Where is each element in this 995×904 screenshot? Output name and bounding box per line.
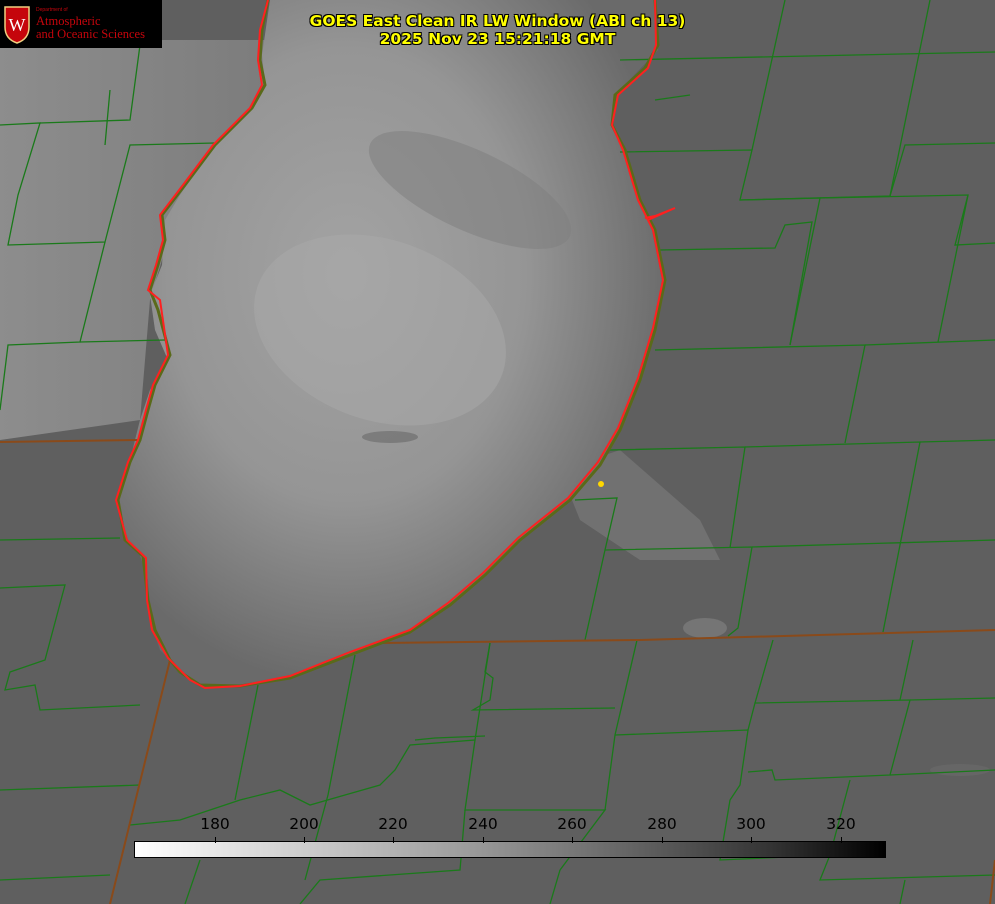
colorbar-tick-label: 180 — [200, 815, 230, 833]
colorbar-tick-label: 280 — [647, 815, 677, 833]
colorbar-tick-mark — [751, 837, 752, 843]
logo-dept-text: Department of — [36, 6, 68, 13]
logo-line1: Atmospheric — [36, 13, 101, 28]
cloud-streak — [930, 764, 990, 776]
cloud-dark-streak — [362, 431, 418, 443]
colorbar-tick-label: 300 — [736, 815, 766, 833]
logo-line2: and Oceanic Sciences — [36, 26, 145, 41]
image-title: GOES East Clean IR LW Window (ABI ch 13) — [309, 12, 686, 30]
colorbar-tick-mark — [304, 837, 305, 843]
temperature-colorbar — [134, 841, 886, 858]
colorbar-tick-label: 240 — [468, 815, 498, 833]
colorbar-tick-mark — [841, 837, 842, 843]
colorbar-tick-label: 220 — [378, 815, 408, 833]
colorbar-tick-mark — [393, 837, 394, 843]
svg-text:W: W — [9, 15, 26, 35]
colorbar-tick-mark — [483, 837, 484, 843]
satellite-map — [0, 0, 995, 904]
colorbar-tick-label: 200 — [289, 815, 319, 833]
cloud-patch — [683, 618, 727, 638]
colorbar-tick-mark — [215, 837, 216, 843]
uw-crest-icon: W — [2, 3, 32, 45]
image-timestamp: 2025 Nov 23 15:21:18 GMT — [379, 30, 616, 48]
colorbar-tick-label: 320 — [826, 815, 856, 833]
colorbar-tick-label: 260 — [557, 815, 587, 833]
colorbar-tick-mark — [572, 837, 573, 843]
colorbar-tick-mark — [662, 837, 663, 843]
uw-aos-logo: W Department of Atmospheric and Oceanic … — [0, 0, 162, 48]
location-marker — [598, 481, 604, 487]
